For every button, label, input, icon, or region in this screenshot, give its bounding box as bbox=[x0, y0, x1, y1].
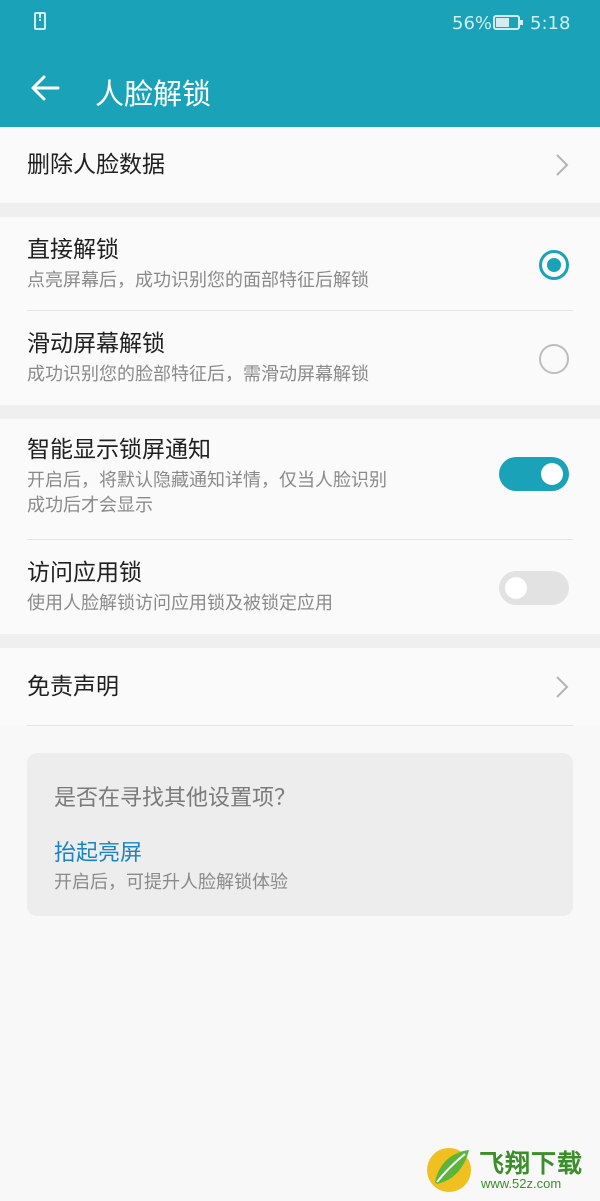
app-lock-subtitle: 使用人脸解锁访问应用锁及被锁定应用 bbox=[27, 593, 333, 614]
battery-percent: 56% bbox=[452, 13, 493, 34]
app-header: 56% 5:18 人脸解锁 bbox=[0, 0, 600, 127]
app-lock-row[interactable]: 访问应用锁 使用人脸解锁访问应用锁及被锁定应用 bbox=[27, 540, 573, 634]
app-lock-toggle[interactable] bbox=[499, 571, 569, 605]
delete-face-data-row[interactable]: 删除人脸数据 bbox=[27, 127, 573, 203]
suggestion-card: 是否在寻找其他设置项？ 抬起亮屏 开启后，可提升人脸解锁体验 bbox=[27, 753, 573, 916]
direct-unlock-row[interactable]: 直接解锁 点亮屏幕后，成功识别您的面部特征后解锁 bbox=[27, 217, 573, 311]
raise-to-wake-link[interactable]: 抬起亮屏 bbox=[54, 835, 142, 867]
section-delete: 删除人脸数据 bbox=[0, 127, 600, 203]
chevron-right-icon bbox=[556, 154, 569, 176]
swipe-unlock-radio[interactable] bbox=[539, 344, 569, 374]
watermark: 飞翔下载 www.52z.com bbox=[425, 1142, 595, 1198]
swipe-unlock-title: 滑动屏幕解锁 bbox=[27, 331, 165, 357]
smart-notification-subtitle-line2: 成功后才会显示 bbox=[27, 495, 153, 516]
suggestion-heading: 是否在寻找其他设置项？ bbox=[54, 786, 297, 811]
section-extras: 智能显示锁屏通知 开启后，将默认隐藏通知详情，仅当人脸识别 成功后才会显示 访问… bbox=[0, 419, 600, 634]
delete-face-data-label: 删除人脸数据 bbox=[27, 152, 165, 178]
battery-icon bbox=[493, 15, 523, 30]
toggle-knob bbox=[541, 463, 563, 485]
direct-unlock-radio[interactable] bbox=[539, 250, 569, 280]
chevron-right-icon bbox=[556, 676, 569, 698]
disclaimer-label: 免责声明 bbox=[27, 674, 119, 700]
smart-notification-row[interactable]: 智能显示锁屏通知 开启后，将默认隐藏通知详情，仅当人脸识别 成功后才会显示 bbox=[27, 419, 573, 540]
swipe-unlock-row[interactable]: 滑动屏幕解锁 成功识别您的脸部特征后，需滑动屏幕解锁 bbox=[27, 311, 573, 405]
watermark-brand: 飞翔下载 bbox=[479, 1149, 584, 1178]
direct-unlock-title: 直接解锁 bbox=[27, 237, 119, 263]
direct-unlock-subtitle: 点亮屏幕后，成功识别您的面部特征后解锁 bbox=[27, 270, 369, 291]
section-disclaimer: 免责声明 bbox=[0, 648, 600, 726]
back-button[interactable] bbox=[24, 66, 68, 110]
status-bar: 56% 5:18 bbox=[0, 0, 600, 46]
section-unlock-mode: 直接解锁 点亮屏幕后，成功识别您的面部特征后解锁 滑动屏幕解锁 成功识别您的脸部… bbox=[0, 217, 600, 405]
smart-notification-title: 智能显示锁屏通知 bbox=[27, 437, 211, 463]
page-title: 人脸解锁 bbox=[95, 77, 212, 111]
section-divider bbox=[0, 203, 600, 217]
toggle-knob bbox=[505, 577, 527, 599]
watermark-url: www.52z.com bbox=[481, 1176, 562, 1191]
smart-notification-subtitle-line1: 开启后，将默认隐藏通知详情，仅当人脸识别 bbox=[27, 470, 387, 491]
screen: 56% 5:18 人脸解锁 删除人脸数据 直接解锁 bbox=[0, 0, 600, 1201]
section-divider bbox=[0, 405, 600, 419]
suggestion-subtitle: 开启后，可提升人脸解锁体验 bbox=[54, 872, 288, 893]
smart-notification-toggle[interactable] bbox=[499, 457, 569, 491]
swipe-unlock-subtitle: 成功识别您的脸部特征后，需滑动屏幕解锁 bbox=[27, 364, 369, 385]
app-lock-title: 访问应用锁 bbox=[27, 560, 142, 586]
back-arrow-icon bbox=[31, 75, 60, 101]
status-time: 5:18 bbox=[530, 13, 571, 34]
disclaimer-row[interactable]: 免责声明 bbox=[27, 648, 573, 726]
sim-alert-icon bbox=[34, 11, 46, 30]
leaf-logo-icon bbox=[427, 1148, 471, 1192]
settings-content: 删除人脸数据 直接解锁 点亮屏幕后，成功识别您的面部特征后解锁 滑动屏幕解锁 成… bbox=[0, 127, 600, 726]
section-divider bbox=[0, 634, 600, 648]
